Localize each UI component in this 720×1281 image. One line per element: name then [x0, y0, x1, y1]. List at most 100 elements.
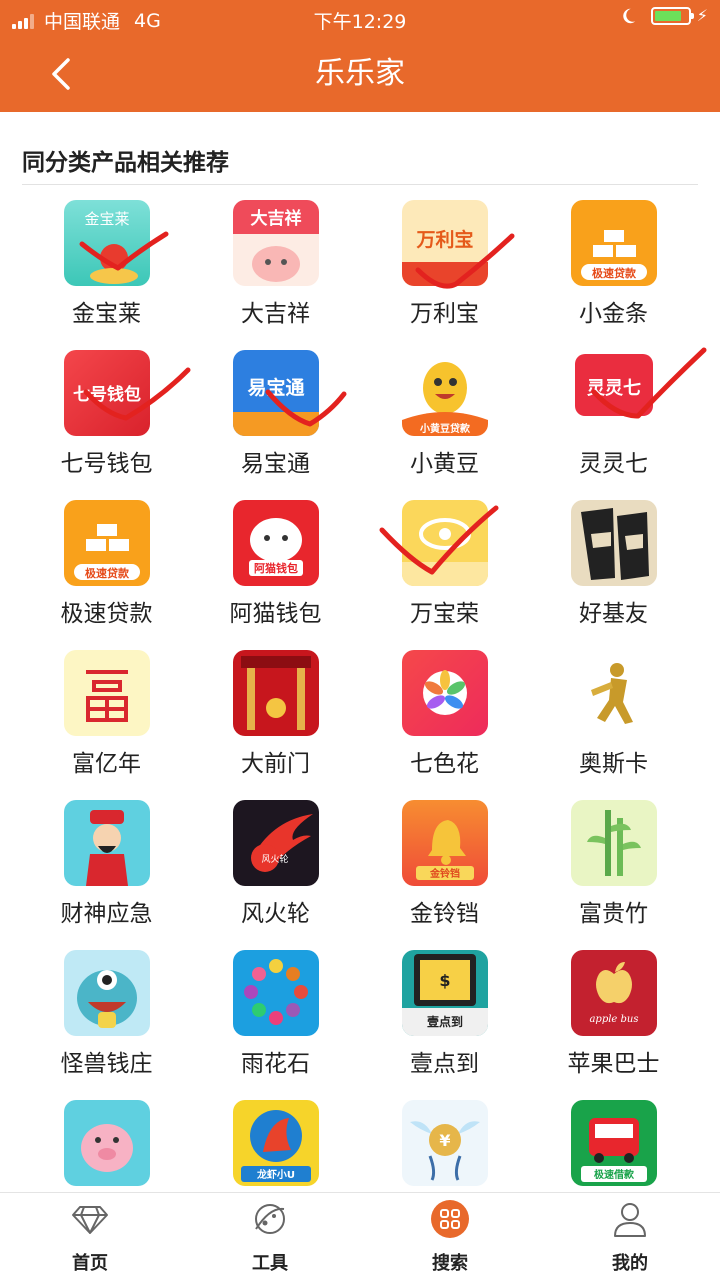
- app-icon[interactable]: [64, 650, 150, 736]
- tab-label: 搜索: [432, 1253, 468, 1274]
- app-icon[interactable]: [571, 800, 657, 886]
- app-icon-label: 金宝莱: [84, 210, 129, 228]
- app-item[interactable]: 阿猫钱包 阿猫钱包: [191, 500, 360, 650]
- svg-text:$: $: [439, 971, 450, 990]
- app-icon[interactable]: 金铃铛: [402, 800, 488, 886]
- app-name: 大前门: [241, 751, 310, 777]
- app-icon[interactable]: [571, 650, 657, 736]
- app-icon-label: 风火轮: [261, 853, 288, 865]
- app-item[interactable]: 大前门: [191, 650, 360, 800]
- app-icon[interactable]: 七号钱包: [64, 350, 150, 436]
- app-icon[interactable]: 极速借款: [571, 1100, 657, 1186]
- app-icon[interactable]: [571, 500, 657, 586]
- app-name: 怪兽钱庄: [60, 1051, 153, 1077]
- tab-tools[interactable]: 工具: [180, 1193, 360, 1281]
- app-name: 壹点到: [410, 1051, 479, 1077]
- app-item[interactable]: 龙虾小U: [191, 1100, 360, 1190]
- app-icon[interactable]: 大吉祥: [233, 200, 319, 286]
- app-icon[interactable]: 风火轮: [233, 800, 319, 886]
- app-name: 小黄豆: [410, 451, 479, 477]
- app-item[interactable]: 好基友: [529, 500, 698, 650]
- app-name: 好基友: [579, 601, 648, 627]
- app-icon[interactable]: 小黄豆贷款: [402, 350, 488, 436]
- app-icon-label: 壹点到: [427, 1014, 463, 1029]
- app-item[interactable]: ¥: [360, 1100, 529, 1190]
- app-icon[interactable]: 金宝莱: [64, 200, 150, 286]
- app-icon[interactable]: 易宝通: [233, 350, 319, 436]
- battery-icon: [650, 6, 694, 25]
- app-item[interactable]: 财神应急: [22, 800, 191, 950]
- app-icon-label: 七号钱包: [73, 384, 141, 405]
- app-icon[interactable]: 龙虾小U: [233, 1100, 319, 1186]
- app-item[interactable]: 小黄豆贷款 小黄豆: [360, 350, 529, 500]
- planet-icon: [255, 1204, 285, 1234]
- app-item[interactable]: 雨花石: [191, 950, 360, 1100]
- clock: 下午12:29: [313, 11, 407, 33]
- app-name: 雨花石: [241, 1051, 310, 1077]
- app-icon[interactable]: [64, 800, 150, 886]
- app-item[interactable]: 灵灵七 灵灵七: [529, 350, 698, 500]
- grid-icon: [431, 1200, 469, 1238]
- app-item[interactable]: 极速借款: [529, 1100, 698, 1190]
- svg-text:¥: ¥: [439, 1131, 450, 1150]
- app-item[interactable]: 金铃铛 金铃铛: [360, 800, 529, 950]
- app-item[interactable]: 万利宝 万利宝: [360, 200, 529, 350]
- app-item[interactable]: 七号钱包 七号钱包: [22, 350, 191, 500]
- tab-search[interactable]: 搜索: [360, 1193, 540, 1281]
- app-name: 金铃铛: [410, 901, 479, 927]
- app-name: 财神应急: [60, 901, 153, 927]
- app-icon[interactable]: [233, 650, 319, 736]
- app-name: 七色花: [410, 751, 479, 777]
- app-icon-label: 龙虾小U: [256, 1168, 295, 1181]
- app-item[interactable]: 富贵竹: [529, 800, 698, 950]
- app-item[interactable]: apple bus 苹果巴士: [529, 950, 698, 1100]
- tab-bar: 首页 工具 搜索 我的: [0, 1192, 720, 1281]
- app-icon-label: 极速贷款: [592, 266, 637, 280]
- app-icon-label: 万利宝: [415, 228, 473, 251]
- app-item[interactable]: 风火轮 风火轮: [191, 800, 360, 950]
- app-icon[interactable]: 灵灵七: [571, 350, 657, 436]
- app-item[interactable]: 大吉祥 大吉祥: [191, 200, 360, 350]
- tab-label: 工具: [252, 1253, 288, 1274]
- app-item[interactable]: 怪兽钱庄: [22, 950, 191, 1100]
- tab-home[interactable]: 首页: [0, 1193, 180, 1281]
- app-icon[interactable]: 极速贷款: [64, 500, 150, 586]
- app-icon-label: 金铃铛: [429, 867, 460, 880]
- app-icon[interactable]: [233, 950, 319, 1036]
- app-item[interactable]: 富亿年: [22, 650, 191, 800]
- app-item[interactable]: 易宝通 易宝通: [191, 350, 360, 500]
- app-item[interactable]: 奥斯卡: [529, 650, 698, 800]
- app-item[interactable]: 极速贷款 小金条: [529, 200, 698, 350]
- diamond-icon: [72, 1206, 108, 1234]
- app-icon[interactable]: [64, 1100, 150, 1186]
- app-icon[interactable]: [402, 500, 488, 586]
- app-name: 灵灵七: [579, 451, 648, 477]
- app-name: 富贵竹: [579, 901, 648, 927]
- app-item[interactable]: [22, 1100, 191, 1190]
- app-icon[interactable]: apple bus: [571, 950, 657, 1036]
- app-icon[interactable]: 万利宝: [402, 200, 488, 286]
- app-grid: 金宝莱 金宝莱 大吉祥 大吉祥 万利宝 万利宝 极速贷款 小金条 七号钱包 七号…: [22, 200, 698, 1190]
- app-icon[interactable]: [402, 650, 488, 736]
- app-item[interactable]: $ 壹点到 壹点到: [360, 950, 529, 1100]
- app-item[interactable]: 极速贷款 极速贷款: [22, 500, 191, 650]
- app-name: 万利宝: [410, 301, 479, 327]
- tab-mine[interactable]: 我的: [540, 1193, 720, 1281]
- app-name: 易宝通: [241, 451, 310, 477]
- app-name: 小金条: [579, 301, 648, 327]
- app-icon[interactable]: [64, 950, 150, 1036]
- app-icon[interactable]: 极速贷款: [571, 200, 657, 286]
- app-icon-label: 灵灵七: [587, 378, 641, 399]
- app-item[interactable]: 七色花: [360, 650, 529, 800]
- status-bar: 中国联通 4G 下午12:29 ⚡: [0, 0, 720, 38]
- tab-label: 我的: [612, 1253, 648, 1274]
- app-icon[interactable]: ¥: [402, 1100, 488, 1186]
- person-icon: [614, 1203, 646, 1237]
- section-title: 同分类产品相关推荐: [22, 150, 229, 176]
- app-name: 苹果巴士: [567, 1051, 660, 1077]
- app-icon[interactable]: $ 壹点到: [402, 950, 488, 1036]
- app-item[interactable]: 万宝荣: [360, 500, 529, 650]
- app-icon-label: apple bus: [589, 1014, 638, 1025]
- app-item[interactable]: 金宝莱 金宝莱: [22, 200, 191, 350]
- app-icon[interactable]: 阿猫钱包: [233, 500, 319, 586]
